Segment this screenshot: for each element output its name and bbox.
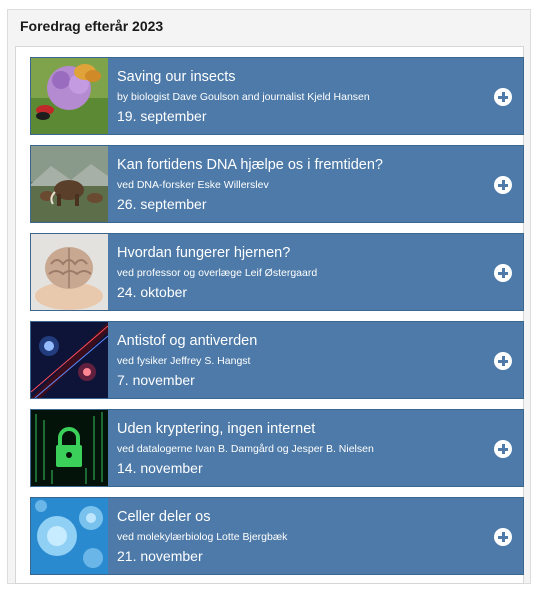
lecture-title: Antistof og antiverden: [117, 333, 258, 349]
lecture-list: Saving our insects by biologist Dave Gou…: [15, 46, 524, 584]
lecture-title: Saving our insects: [117, 69, 236, 85]
expand-plus-icon[interactable]: [494, 528, 512, 546]
lecture-thumbnail-mammoths: [31, 146, 108, 222]
expand-plus-icon[interactable]: [494, 264, 512, 282]
lecture-card-brain[interactable]: Hvordan fungerer hjernen? ved professor …: [30, 233, 524, 311]
lecture-speaker: ved datalogerne Ivan B. Damgård og Jespe…: [117, 443, 374, 455]
lecture-card-cells[interactable]: Celler deler os ved molekylærbiolog Lott…: [30, 497, 524, 575]
panel-title: Foredrag efterår 2023: [20, 18, 164, 34]
lecture-speaker: by biologist Dave Goulson and journalist…: [117, 91, 370, 103]
lecture-date: 24. oktober: [117, 284, 188, 300]
lecture-thumbnail-particles: [31, 322, 108, 398]
lecture-card-insects[interactable]: Saving our insects by biologist Dave Gou…: [30, 57, 524, 135]
lecture-card-antimatter[interactable]: Antistof og antiverden ved fysiker Jeffr…: [30, 321, 524, 399]
lecture-thumbnail-cells: [31, 498, 108, 574]
lecture-title: Celler deler os: [117, 509, 211, 525]
lecture-card-encryption[interactable]: Uden kryptering, ingen internet ved data…: [30, 409, 524, 487]
lecture-speaker: ved DNA-forsker Eske Willerslev: [117, 179, 269, 191]
lecture-date: 21. november: [117, 548, 203, 564]
lecture-thumbnail-butterfly: [31, 58, 108, 134]
expand-plus-icon[interactable]: [494, 176, 512, 194]
expand-plus-icon[interactable]: [494, 352, 512, 370]
lecture-speaker: ved molekylærbiolog Lotte Bjergbæk: [117, 531, 288, 543]
lecture-date: 14. november: [117, 460, 203, 476]
lecture-date: 26. september: [117, 196, 207, 212]
lecture-date: 19. september: [117, 108, 207, 124]
lecture-thumbnail-lock: [31, 410, 108, 486]
lecture-title: Hvordan fungerer hjernen?: [117, 245, 291, 261]
expand-plus-icon[interactable]: [494, 440, 512, 458]
lecture-title: Uden kryptering, ingen internet: [117, 421, 316, 437]
lectures-panel: Foredrag efterår 2023 Saving our insects…: [7, 9, 531, 584]
lecture-speaker: ved fysiker Jeffrey S. Hangst: [117, 355, 251, 367]
lecture-thumbnail-brain: [31, 234, 108, 310]
lecture-date: 7. november: [117, 372, 195, 388]
lecture-speaker: ved professor og overlæge Leif Østergaar…: [117, 267, 318, 279]
expand-plus-icon[interactable]: [494, 88, 512, 106]
lecture-title: Kan fortidens DNA hjælpe os i fremtiden?: [117, 157, 383, 173]
lecture-card-dna[interactable]: Kan fortidens DNA hjælpe os i fremtiden?…: [30, 145, 524, 223]
